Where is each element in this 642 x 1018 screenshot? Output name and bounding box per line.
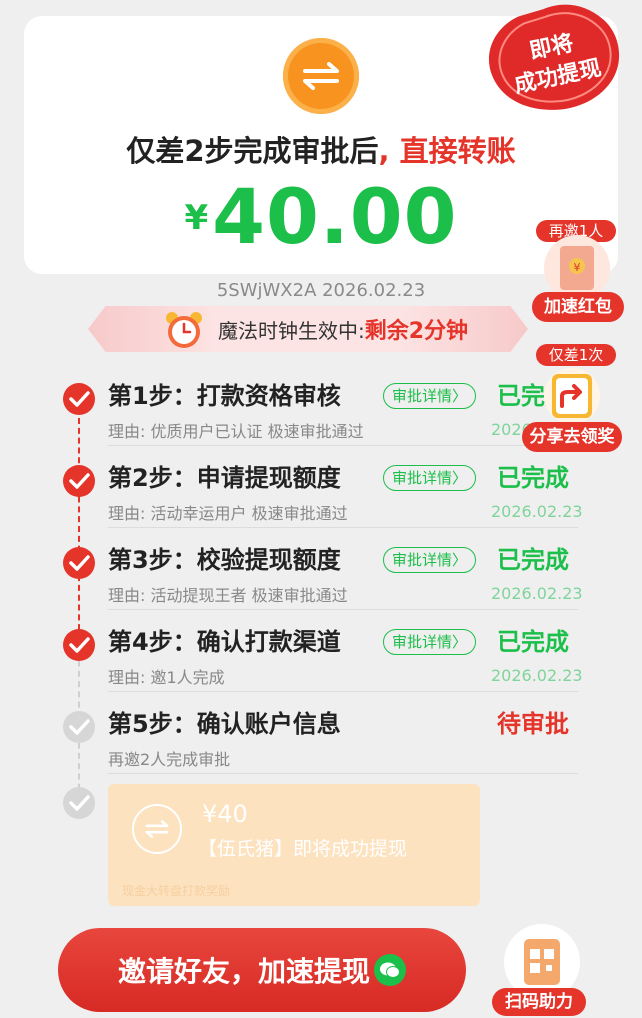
step-4: 第4步：确认打款渠道 审批详情〉 已完成 理由: 邀1人完成 2026.02.2… (0, 612, 642, 692)
headline: 仅差2步完成审批后, 直接转账 (24, 128, 618, 170)
check-circle-icon (63, 547, 95, 579)
step-3: 第3步：校验提现额度 审批详情〉 已完成 理由: 活动提现王者 极速审批通过 2… (0, 530, 642, 610)
share-widget[interactable]: 仅差1次 分享去领奖 (522, 344, 622, 452)
step-reason: 理由: 优质用户已认证 极速审批通过 (108, 422, 364, 441)
amount: ¥40.00 (24, 172, 618, 261)
check-circle-pending-icon (63, 787, 95, 819)
divider (108, 609, 578, 610)
step-status: 已完成 (497, 546, 569, 574)
step-status: 待审批 (497, 710, 569, 738)
share-tag: 仅差1次 (536, 344, 616, 366)
reward-text: 【伍氏猪】即将成功提现 (198, 838, 408, 860)
step-title: 第4步：确认打款渠道 (108, 628, 341, 656)
step-title: 第1步：打款资格审核 (108, 382, 341, 410)
exchange-icon (283, 38, 359, 114)
reward-card: ¥40 【伍氏猪】即将成功提现 现金大转盘打款奖励 (108, 784, 480, 906)
exchange-icon (132, 804, 182, 854)
step-2: 第2步：申请提现额度 审批详情〉 已完成 理由: 活动幸运用户 极速审批通过 2… (0, 448, 642, 528)
step-reason: 理由: 邀1人完成 (108, 668, 225, 687)
wechat-icon (374, 954, 406, 986)
approval-detail-button[interactable]: 审批详情〉 (383, 383, 477, 409)
amount-value: 40.00 (212, 172, 458, 261)
qr-assist-label: 扫码助力 (492, 988, 586, 1016)
step-reason: 理由: 活动提现王者 极速审批通过 (108, 586, 348, 605)
invite-button-label: 邀请好友，加速提现 (117, 955, 370, 988)
timer-label: 魔法时钟生效中: (217, 318, 365, 343)
step-title: 第5步：确认账户信息 (108, 710, 341, 738)
step-date: 2026.02.23 (491, 502, 583, 521)
red-packet-label: 加速红包 (532, 292, 624, 322)
check-circle-pending-icon (63, 711, 95, 743)
currency-symbol: ¥ (184, 198, 209, 238)
step-status: 已完成 (497, 628, 569, 656)
step-reason: 再邀2人完成审批 (108, 750, 231, 769)
reward-footer: 现金大转盘打款奖励 (122, 884, 231, 898)
red-packet-widget[interactable]: 再邀1人 ¥ 加速红包 (532, 220, 624, 322)
svg-text:¥: ¥ (574, 261, 581, 274)
check-circle-icon (63, 465, 95, 497)
approval-detail-button[interactable]: 审批详情〉 (383, 629, 477, 655)
divider (108, 773, 578, 774)
reward-value: ¥40 (202, 800, 248, 828)
headline-separator: , (378, 134, 390, 168)
step-reason: 理由: 活动幸运用户 极速审批通过 (108, 504, 348, 523)
divider (108, 445, 578, 446)
approval-detail-button[interactable]: 审批详情〉 (383, 465, 477, 491)
check-circle-icon (63, 629, 95, 661)
timer-remaining: 剩余2分钟 (364, 319, 469, 344)
step-date: 2026.02.23 (491, 584, 583, 603)
step-5: 第5步：确认账户信息 待审批 再邀2人完成审批 (0, 694, 642, 774)
step-title: 第2步：申请提现额度 (108, 464, 341, 492)
share-icon (544, 368, 600, 424)
divider (108, 691, 578, 692)
qr-assist-widget[interactable]: 扫码助力 (492, 922, 592, 1018)
approval-detail-button[interactable]: 审批详情〉 (383, 547, 477, 573)
headline-main: 仅差2步完成审批后 (126, 134, 379, 168)
check-circle-icon (63, 383, 95, 415)
step-date: 2026.02.23 (491, 666, 583, 685)
invite-friends-button[interactable]: 邀请好友，加速提现 (58, 928, 466, 1012)
share-label: 分享去领奖 (522, 422, 622, 452)
alarm-clock-icon (166, 312, 202, 348)
step-status: 已完成 (497, 464, 569, 492)
qr-code-icon (524, 939, 560, 985)
divider (108, 527, 578, 528)
headline-highlight: 直接转账 (389, 134, 516, 168)
step-title: 第3步：校验提现额度 (108, 546, 341, 574)
